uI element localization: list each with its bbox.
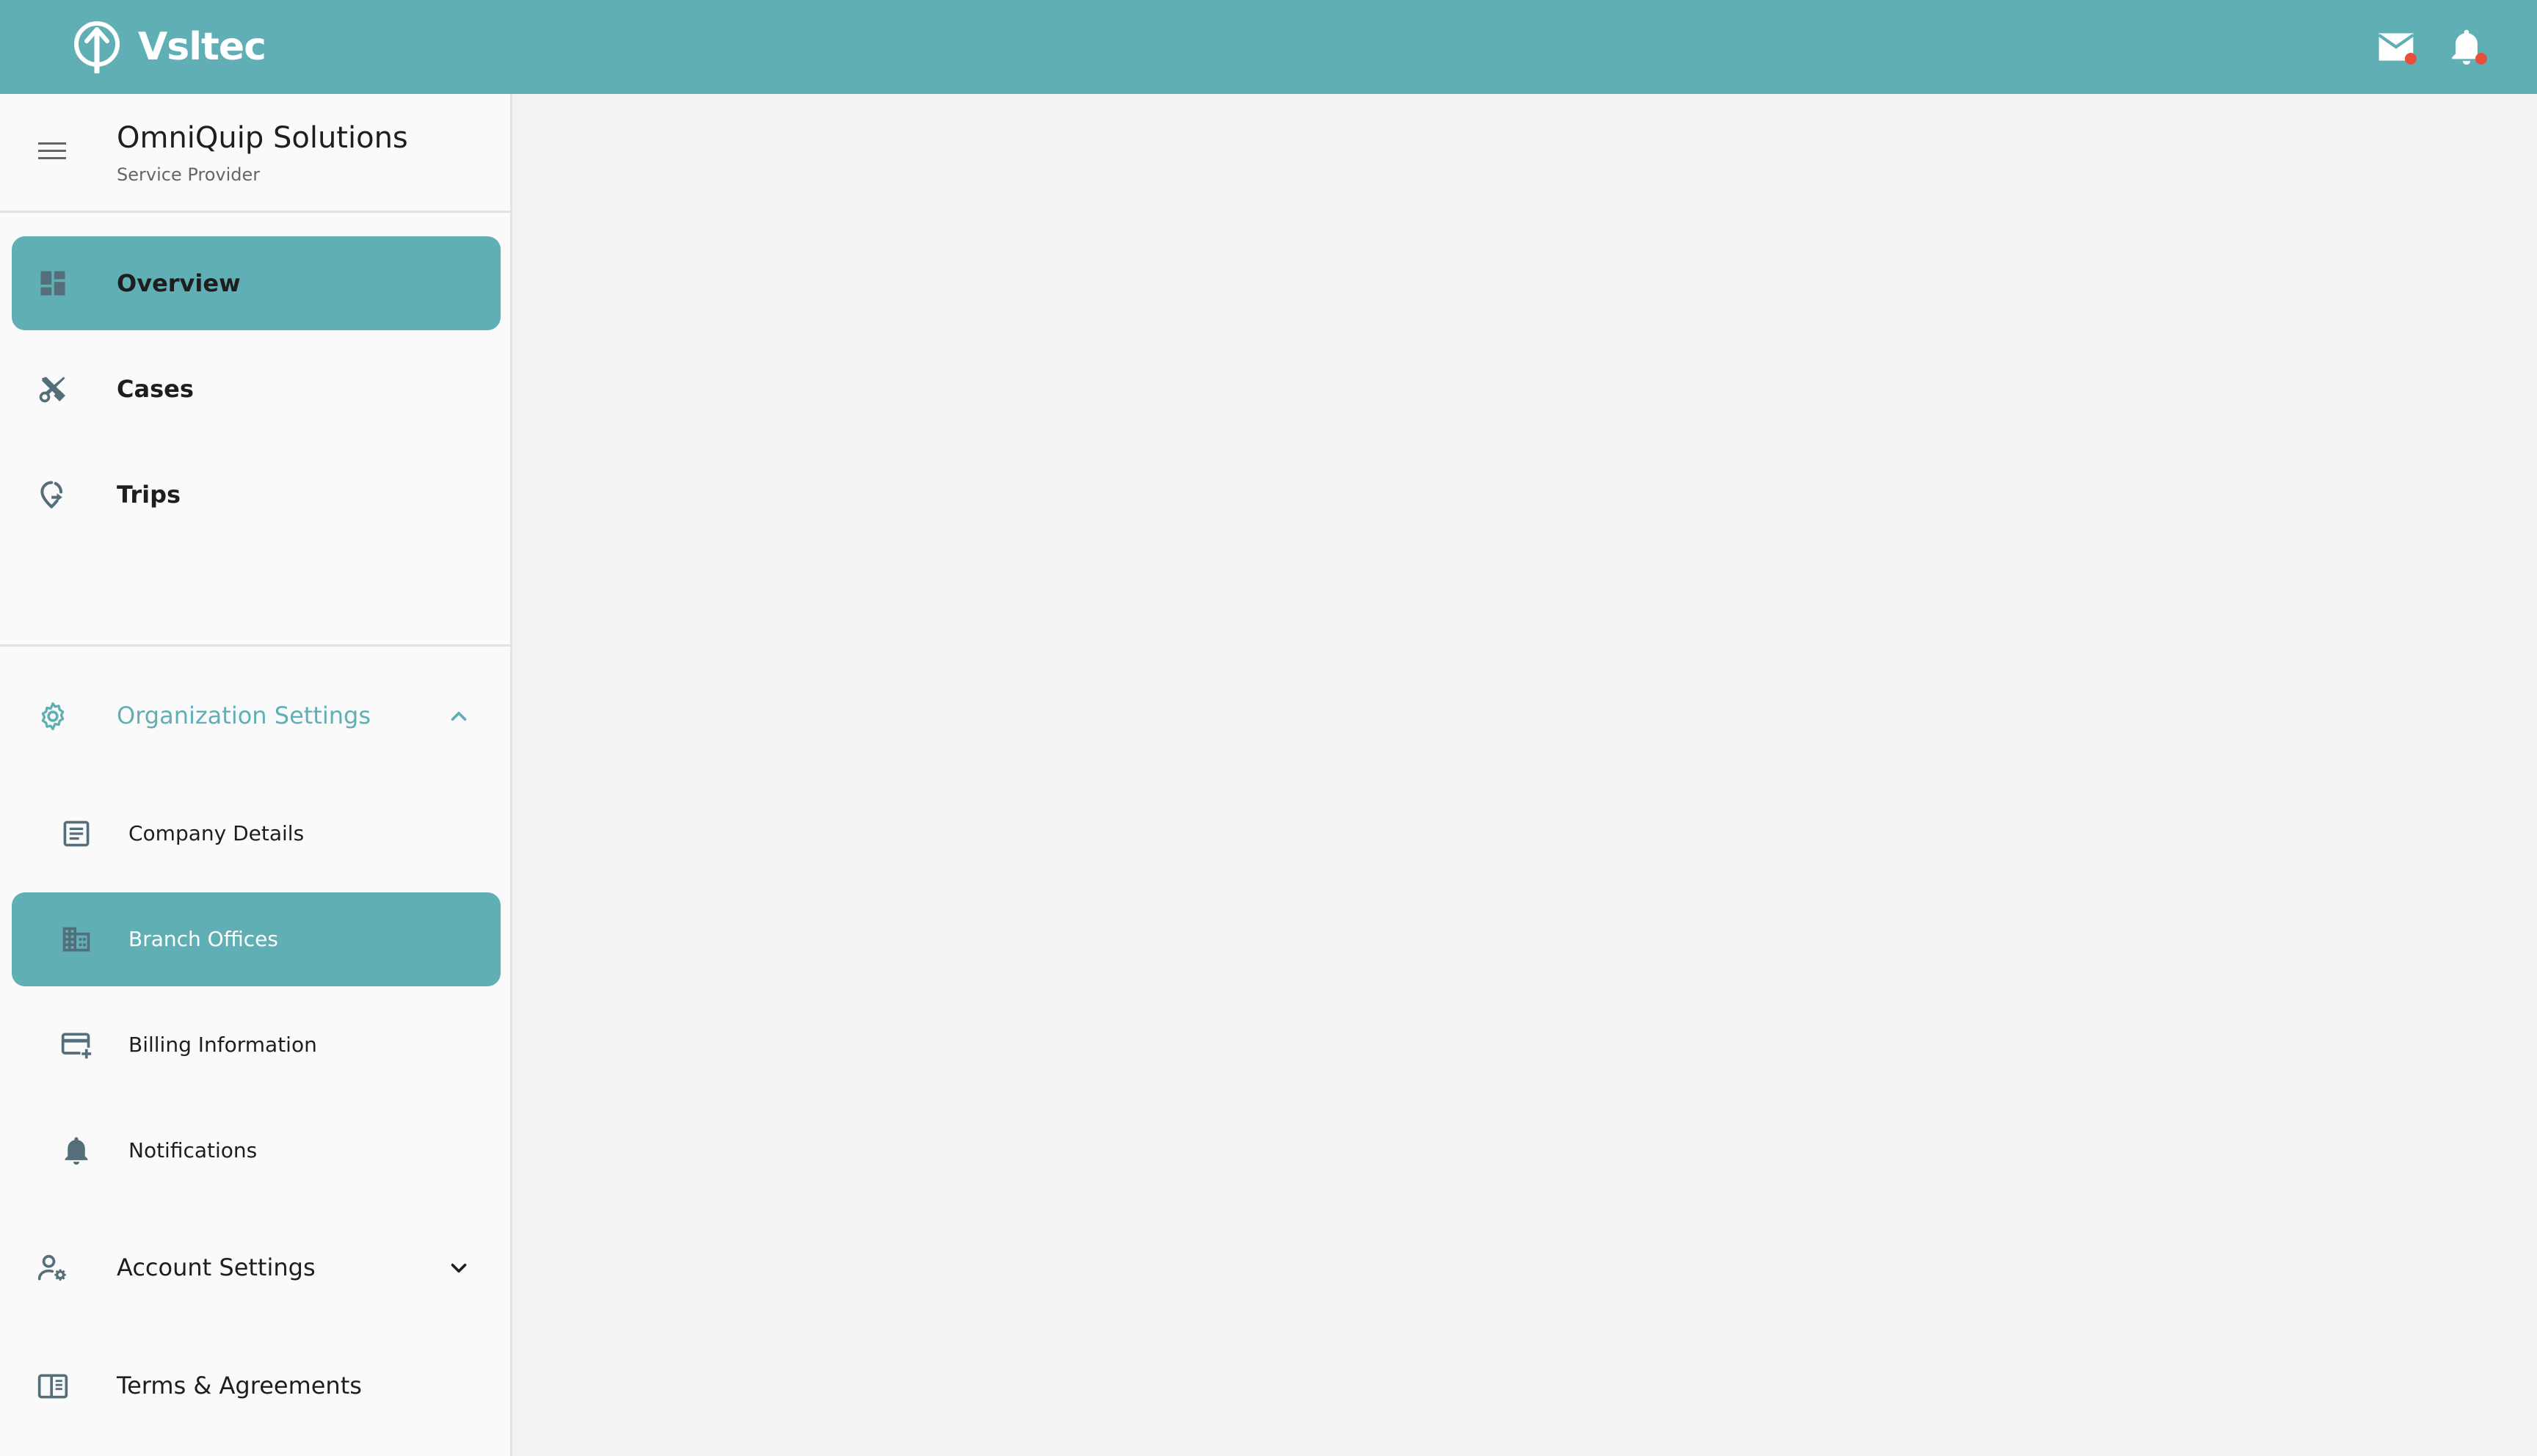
nav-item-terms-agreements[interactable]: Terms & Agreements <box>12 1346 501 1427</box>
gear-icon <box>37 700 69 732</box>
building-icon <box>60 923 92 956</box>
mail-icon[interactable] <box>2376 26 2417 68</box>
bell-icon[interactable] <box>2446 26 2487 68</box>
sub-item-branch-offices[interactable]: Branch Offices <box>12 892 501 986</box>
org-header: OmniQuip Solutions Service Provider <box>0 94 510 213</box>
org-role: Service Provider <box>117 164 261 185</box>
nav-item-overview[interactable]: Overview <box>12 236 501 330</box>
user-settings-icon <box>37 1252 69 1284</box>
sub-item-billing-information[interactable]: Billing Information <box>12 998 501 1092</box>
trip-location-icon <box>37 478 69 511</box>
credit-card-add-icon <box>60 1029 92 1061</box>
book-icon <box>37 1370 69 1402</box>
top-bar: Vsltec <box>0 0 2537 94</box>
dashboard-icon <box>37 267 69 299</box>
sub-label-company-details: Company Details <box>128 821 305 845</box>
tools-icon <box>37 373 69 405</box>
chevron-up-icon[interactable] <box>446 704 471 729</box>
sidebar: OmniQuip Solutions Service Provider Over… <box>0 94 512 1456</box>
nav-label-overview: Overview <box>117 269 241 297</box>
mail-unread-dot <box>2405 53 2417 65</box>
org-name: OmniQuip Solutions <box>117 121 408 155</box>
document-icon <box>60 818 92 850</box>
bell-unread-dot <box>2475 53 2487 65</box>
bell-icon <box>60 1135 92 1167</box>
nav-item-cases[interactable]: Cases <box>12 342 501 436</box>
brand-name: Vsltec <box>138 25 266 69</box>
nav-label-cases: Cases <box>117 375 194 403</box>
nav-label-trips: Trips <box>117 481 181 509</box>
sub-label-billing-information: Billing Information <box>128 1033 317 1057</box>
section-label-account-settings: Account Settings <box>117 1253 316 1281</box>
sidebar-divider <box>0 644 510 647</box>
section-label-organization-settings: Organization Settings <box>117 702 371 729</box>
chevron-down-icon[interactable] <box>446 1256 471 1281</box>
nav-item-trips[interactable]: Trips <box>12 448 501 542</box>
sub-label-notifications: Notifications <box>128 1138 258 1162</box>
main-content <box>512 94 2537 1456</box>
menu-icon[interactable] <box>37 139 68 163</box>
vsltec-logo-icon[interactable] <box>72 19 122 75</box>
sub-label-branch-offices: Branch Offices <box>128 927 278 951</box>
sub-item-notifications[interactable]: Notifications <box>12 1104 501 1198</box>
sub-item-company-details[interactable]: Company Details <box>12 787 501 881</box>
nav-label-terms-agreements: Terms & Agreements <box>117 1372 362 1399</box>
section-organization-settings[interactable]: Organization Settings <box>12 676 501 757</box>
section-account-settings[interactable]: Account Settings <box>12 1228 501 1308</box>
